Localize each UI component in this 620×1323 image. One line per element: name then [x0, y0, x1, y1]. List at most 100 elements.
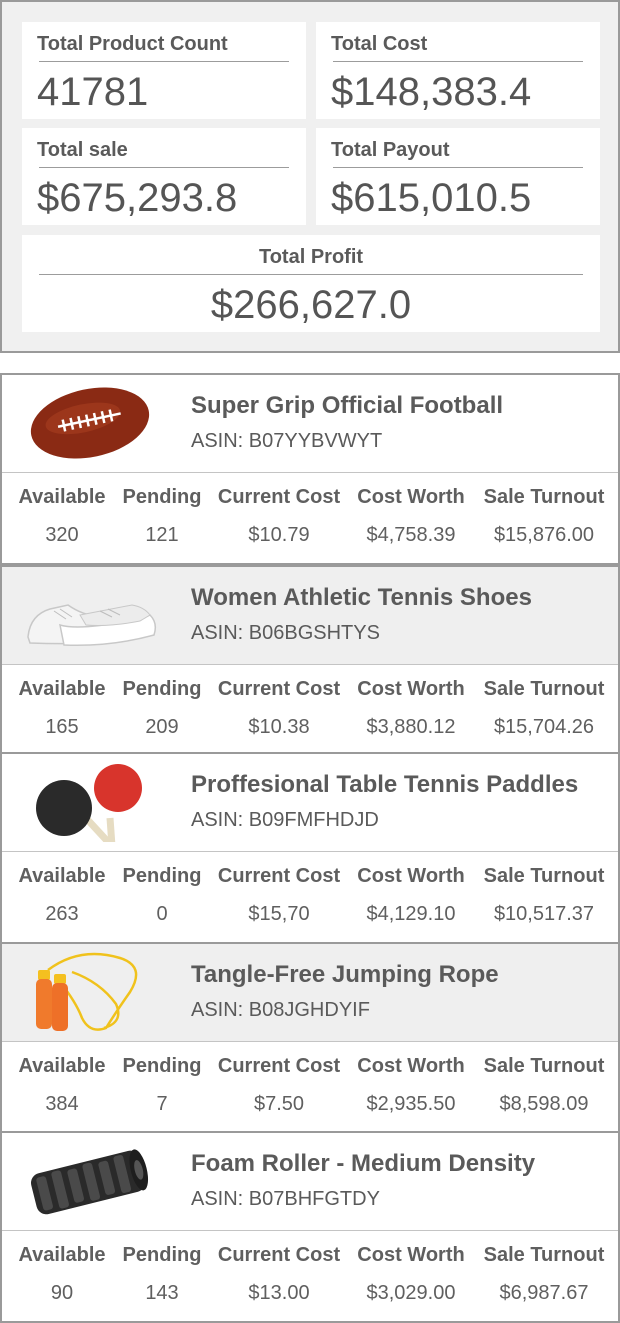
metric-cost-worth: Cost Worth $4,129.10: [352, 852, 470, 927]
metric-value: $4,129.10: [366, 903, 456, 925]
metric-value: $6,987.67: [499, 1282, 589, 1304]
metric-available: Available 320: [14, 473, 110, 548]
metric-label: Pending: [122, 678, 202, 700]
metric-sale-turnout: Sale Turnout $6,987.67: [478, 1231, 610, 1306]
stat-label: Total Profit: [258, 246, 364, 268]
metric-value: 263: [45, 903, 79, 925]
metric-label: Sale Turnout: [483, 1244, 605, 1266]
metric-label: Cost Worth: [357, 865, 465, 887]
product-metrics: Available 384 Pending 7 Current Cost $7.…: [2, 1042, 618, 1132]
product-metrics: Available 90 Pending 143 Current Cost $1…: [2, 1231, 618, 1321]
metric-label: Cost Worth: [357, 1244, 465, 1266]
product-card[interactable]: Proffesional Table Tennis Paddles ASIN: …: [0, 752, 620, 944]
metric-label: Available: [18, 486, 106, 508]
metric-pending: Pending 209: [117, 665, 207, 740]
stat-value: $675,293.8: [37, 176, 238, 220]
metric-cost-worth: Cost Worth $2,935.50: [352, 1042, 470, 1117]
sneakers-icon: [27, 604, 157, 647]
product-asin: ASIN: B06BGSHTYS: [191, 622, 380, 644]
metric-pending: Pending 143: [117, 1231, 207, 1306]
football-icon: [30, 387, 150, 459]
metric-label: Cost Worth: [357, 486, 465, 508]
stat-value: $148,383.4: [331, 70, 532, 114]
product-asin: ASIN: B08JGHDYIF: [191, 999, 370, 1021]
stat-value: $266,627.0: [210, 283, 412, 327]
metric-available: Available 384: [14, 1042, 110, 1117]
metric-label: Available: [18, 1055, 106, 1077]
product-metrics: Available 320 Pending 121 Current Cost $…: [2, 473, 618, 563]
metric-value: $10.79: [248, 524, 310, 546]
metric-value: $15,704.26: [493, 716, 595, 738]
metric-value: $10.38: [248, 716, 310, 738]
stat-total-cost: Total Cost $148,383.4: [316, 22, 600, 119]
product-card[interactable]: Super Grip Official Football ASIN: B07YY…: [0, 373, 620, 565]
jump-rope-icon: [36, 952, 138, 1031]
stat-total-payout: Total Payout $615,010.5: [316, 128, 600, 225]
metric-value: 7: [156, 1093, 168, 1115]
metric-label: Available: [18, 678, 106, 700]
summary-panel: Total Product Count 41781 Total Cost $14…: [0, 0, 620, 353]
metric-value: 121: [145, 524, 179, 546]
metric-sale-turnout: Sale Turnout $8,598.09: [478, 1042, 610, 1117]
product-card[interactable]: Women Athletic Tennis Shoes ASIN: B06BGS…: [0, 565, 620, 757]
stat-total-product-count: Total Product Count 41781: [22, 22, 306, 119]
metric-sale-turnout: Sale Turnout $15,876.00: [478, 473, 610, 548]
product-title[interactable]: Tangle-Free Jumping Rope: [191, 961, 499, 989]
product-header: Tangle-Free Jumping Rope ASIN: B08JGHDYI…: [2, 944, 618, 1042]
metric-label: Current Cost: [217, 1055, 341, 1077]
metric-value: $3,029.00: [366, 1282, 456, 1304]
metric-sale-turnout: Sale Turnout $15,704.26: [478, 665, 610, 740]
product-title[interactable]: Super Grip Official Football: [191, 392, 503, 420]
product-card[interactable]: Foam Roller - Medium Density ASIN: B07BH…: [0, 1131, 620, 1323]
stat-total-sale: Total sale $675,293.8: [22, 128, 306, 225]
metric-value: $3,880.12: [366, 716, 456, 738]
product-asin: ASIN: B07YYBVWYT: [191, 430, 383, 452]
stat-label: Total Cost: [331, 33, 428, 55]
metric-label: Current Cost: [217, 865, 341, 887]
product-card[interactable]: Tangle-Free Jumping Rope ASIN: B08JGHDYI…: [0, 942, 620, 1134]
product-title[interactable]: Women Athletic Tennis Shoes: [191, 584, 532, 612]
product-asin: ASIN: B07BHFGTDY: [191, 1188, 380, 1210]
metric-pending: Pending 7: [117, 1042, 207, 1117]
metric-value: 90: [50, 1282, 74, 1304]
metric-current-cost: Current Cost $13.00: [214, 1231, 344, 1306]
stat-value: $615,010.5: [331, 176, 532, 220]
metric-cost-worth: Cost Worth $3,880.12: [352, 665, 470, 740]
metric-value: 0: [156, 903, 168, 925]
stat-label: Total Product Count: [37, 33, 228, 55]
metric-label: Pending: [122, 486, 202, 508]
metric-current-cost: Current Cost $10.38: [214, 665, 344, 740]
metric-label: Sale Turnout: [483, 486, 605, 508]
ping-pong-paddles-icon: [36, 764, 142, 842]
metric-value: $8,598.09: [499, 1093, 589, 1115]
stat-label: Total Payout: [331, 139, 450, 161]
stat-value: 41781: [37, 70, 149, 114]
metric-label: Available: [18, 865, 106, 887]
metric-label: Sale Turnout: [483, 865, 605, 887]
metric-value: 165: [45, 716, 79, 738]
metric-label: Current Cost: [217, 486, 341, 508]
metric-value: 143: [145, 1282, 179, 1304]
metric-value: $7.50: [253, 1093, 305, 1115]
metric-label: Pending: [122, 865, 202, 887]
metric-available: Available 263: [14, 852, 110, 927]
metric-label: Current Cost: [217, 1244, 341, 1266]
product-header: Foam Roller - Medium Density ASIN: B07BH…: [2, 1133, 618, 1231]
metric-current-cost: Current Cost $7.50: [214, 1042, 344, 1117]
metric-current-cost: Current Cost $10.79: [214, 473, 344, 548]
metric-value: 384: [45, 1093, 79, 1115]
product-title[interactable]: Foam Roller - Medium Density: [191, 1150, 535, 1178]
metric-value: 209: [145, 716, 179, 738]
metric-value: $2,935.50: [366, 1093, 456, 1115]
metric-pending: Pending 121: [117, 473, 207, 548]
metric-pending: Pending 0: [117, 852, 207, 927]
metric-label: Sale Turnout: [483, 1055, 605, 1077]
metric-cost-worth: Cost Worth $4,758.39: [352, 473, 470, 548]
metric-label: Cost Worth: [357, 1055, 465, 1077]
product-title[interactable]: Proffesional Table Tennis Paddles: [191, 771, 578, 799]
product-header: Super Grip Official Football ASIN: B07YY…: [2, 375, 618, 473]
stat-label: Total sale: [37, 139, 128, 161]
metric-label: Pending: [122, 1055, 202, 1077]
product-metrics: Available 263 Pending 0 Current Cost $15…: [2, 852, 618, 942]
metric-label: Pending: [122, 1244, 202, 1266]
